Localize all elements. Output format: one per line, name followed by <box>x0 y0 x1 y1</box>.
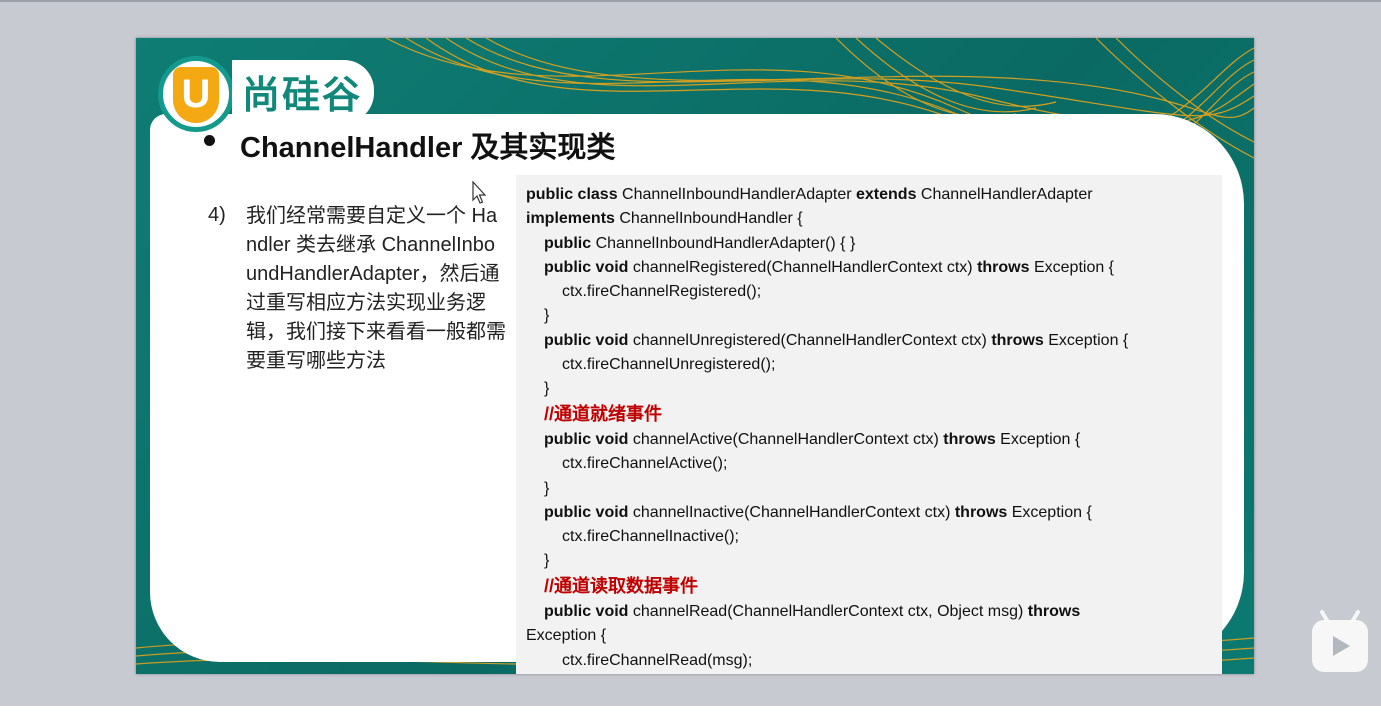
code-line: } <box>526 304 1212 328</box>
code-line: //通道就绪事件 <box>526 402 1212 428</box>
tv-ears-icon <box>1320 610 1360 622</box>
code-line: ctx.fireChannelRead(msg); <box>526 649 1212 673</box>
code-keyword: extends <box>856 186 921 203</box>
code-keyword: throws <box>1027 603 1081 621</box>
code-text: Exception { <box>1000 430 1081 448</box>
code-line: public void channelUnregistered(ChannelH… <box>526 329 1212 353</box>
code-line: public ChannelInboundHandlerAdapter() { … <box>526 232 1212 256</box>
code-keyword: public void <box>544 331 633 349</box>
logo-circle-icon: U <box>158 56 234 132</box>
code-comment: //通道读取数据事件 <box>544 575 699 596</box>
code-text: Exception { <box>1033 258 1115 276</box>
code-keyword: public <box>544 234 596 252</box>
code-text: channelActive(ChannelHandlerContext ctx) <box>632 430 944 448</box>
code-keyword: implements <box>526 210 620 228</box>
logo-text: 尚硅谷 <box>232 60 375 123</box>
code-keyword: throws <box>943 430 1001 448</box>
code-line: //通道读取数据事件 <box>526 574 1212 600</box>
viewer-bottom-edge <box>0 706 1381 712</box>
play-icon <box>1333 636 1350 656</box>
code-text: ChannelInboundHandlerAdapter() { } <box>595 234 856 252</box>
bullet-icon <box>204 135 215 146</box>
logo-mark: U <box>173 67 219 123</box>
code-text: channelUnregistered(ChannelHandlerContex… <box>632 331 992 349</box>
code-keyword: public void <box>544 430 633 448</box>
code-line: public void channelRegistered(ChannelHan… <box>526 256 1212 280</box>
code-line: public void channelActive(ChannelHandler… <box>526 428 1212 452</box>
code-comment: //通道就绪事件 <box>544 403 663 424</box>
code-keyword: throws <box>977 258 1034 276</box>
code-text: ctx.fireChannelActive(); <box>562 455 728 473</box>
mouse-cursor-icon <box>472 181 486 204</box>
code-keyword: public void <box>544 603 633 621</box>
point-number: 4) <box>208 204 226 226</box>
code-text: } <box>544 380 550 398</box>
code-text: ctx.fireChannelRegistered(); <box>562 283 762 301</box>
code-text: Exception { <box>1011 503 1092 521</box>
code-text: ctx.fireChannelRead(msg); <box>562 651 753 669</box>
code-text: Exception { <box>1048 331 1129 349</box>
code-text: Exception { <box>526 627 607 645</box>
code-line: } <box>526 673 1212 674</box>
code-text: channelRegistered(ChannelHandlerContext … <box>632 258 978 276</box>
code-keyword: throws <box>991 331 1049 349</box>
code-text: ctx.fireChannelInactive(); <box>562 528 739 546</box>
code-text: ChannelHandlerAdapter <box>920 186 1093 203</box>
code-text: } <box>544 479 550 497</box>
code-line: public void channelRead(ChannelHandlerCo… <box>526 600 1212 624</box>
play-button[interactable] <box>1312 610 1368 672</box>
point-text: 我们经常需要自定义一个 Handler 类去继承 ChannelInboundH… <box>246 205 506 372</box>
code-text: ctx.fireChannelUnregistered(); <box>562 356 776 374</box>
code-keyword: public class <box>526 186 623 203</box>
code-keyword: throws <box>954 503 1012 521</box>
viewer-top-edge <box>0 0 1381 2</box>
code-line: ctx.fireChannelInactive(); <box>526 525 1212 549</box>
code-line: public class ChannelInboundHandlerAdapte… <box>526 183 1212 207</box>
code-line: } <box>526 477 1212 501</box>
code-text: ChannelInboundHandler { <box>619 210 803 228</box>
code-line: ctx.fireChannelRegistered(); <box>526 280 1212 304</box>
code-text: ChannelInboundHandlerAdapter <box>622 186 856 203</box>
code-line: } <box>526 377 1212 401</box>
code-line: } <box>526 549 1212 573</box>
code-line: public void channelInactive(ChannelHandl… <box>526 501 1212 525</box>
code-line: Exception { <box>526 624 1212 648</box>
code-text: } <box>544 307 550 325</box>
code-text: channelInactive(ChannelHandlerContext ct… <box>632 503 955 521</box>
code-text: channelRead(ChannelHandlerContext ctx, O… <box>632 603 1028 621</box>
code-line: ctx.fireChannelActive(); <box>526 452 1212 476</box>
code-keyword: public void <box>544 503 633 521</box>
code-text: } <box>544 552 550 570</box>
presentation-slide: U 尚硅谷 ChannelHandler 及其实现类 4) 我们经常需要自定义一… <box>136 38 1254 674</box>
code-line: implements ChannelInboundHandler { <box>526 207 1212 231</box>
code-line: ctx.fireChannelUnregistered(); <box>526 353 1212 377</box>
slide-title: ChannelHandler 及其实现类 <box>240 132 616 164</box>
code-keyword: public void <box>544 258 633 276</box>
code-block: public class ChannelInboundHandlerAdapte… <box>516 175 1222 674</box>
